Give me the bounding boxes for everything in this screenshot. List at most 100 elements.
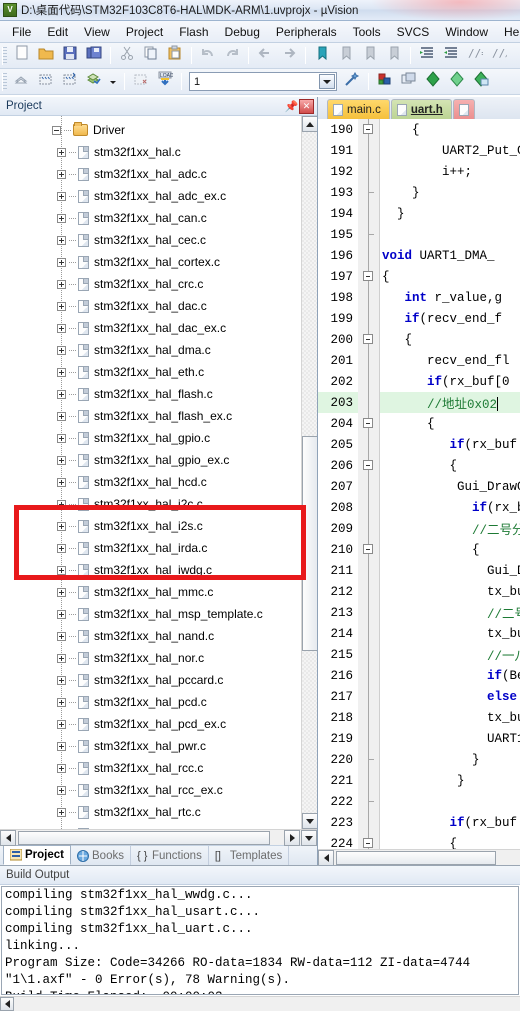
build-scroll-left-button[interactable] [0, 997, 14, 1011]
tree-node-file[interactable]: stm32f1xx_hal_cec.c [0, 229, 300, 251]
expander-plus-icon[interactable] [57, 455, 66, 465]
code-line[interactable]: 223 if(rx_buf [318, 812, 520, 833]
project-tab-functions[interactable]: { } Functions [131, 846, 209, 865]
scroll-thumb[interactable] [302, 436, 317, 651]
expander-plus-icon[interactable] [57, 345, 66, 355]
code-line[interactable]: 201 recv_end_fl [318, 350, 520, 371]
code-line[interactable]: 198 int r_value,g [318, 287, 520, 308]
code-line[interactable]: 215 //一八 [318, 644, 520, 665]
project-tab-project[interactable]: Project [3, 845, 71, 865]
tree-node-file[interactable]: stm32f1xx_hal_mmc.c [0, 581, 300, 603]
menu-item-help[interactable]: Help [496, 23, 520, 41]
code-line[interactable]: 213 //二号 [318, 602, 520, 623]
expander-plus-icon[interactable] [57, 565, 66, 575]
code-line[interactable]: 200 { [318, 329, 520, 350]
fold-margin[interactable] [358, 266, 380, 287]
code-line[interactable]: 203 //地址0x02 [318, 392, 520, 413]
comment-icon[interactable]: //= [464, 45, 488, 66]
fold-margin[interactable] [358, 140, 380, 161]
scroll-down-button[interactable] [302, 813, 317, 829]
expander-plus-icon[interactable] [57, 521, 66, 531]
bookmark-clear-icon[interactable] [383, 45, 405, 66]
fold-margin[interactable] [358, 770, 380, 791]
fold-collapse-icon[interactable] [363, 271, 373, 281]
tree-horizontal-scrollbar[interactable] [0, 829, 317, 846]
fold-margin[interactable] [358, 224, 380, 245]
toolbar-grip[interactable] [2, 46, 7, 65]
target-dropdown-arrow-icon[interactable] [319, 74, 335, 89]
expander-minus-icon[interactable] [52, 125, 61, 135]
code-line[interactable]: 196 void UART1_DMA_ [318, 245, 520, 266]
expander-plus-icon[interactable] [57, 257, 66, 267]
tree-node-file[interactable]: stm32f1xx_hal_rcc.c [0, 757, 300, 779]
expander-plus-icon[interactable] [57, 675, 66, 685]
tree-node-file[interactable]: stm32f1xx_hal_pcd_ex.c [0, 713, 300, 735]
code-line[interactable]: 217 else [318, 686, 520, 707]
tree-node-file[interactable]: stm32f1xx_hal_flash.c [0, 383, 300, 405]
scroll-up-button[interactable] [302, 116, 317, 132]
menu-item-flash[interactable]: Flash [171, 23, 216, 41]
code-line[interactable]: 218 tx_bu [318, 707, 520, 728]
tree-node-file[interactable]: stm32f1xx_hal_i2c.c [0, 493, 300, 515]
code-line[interactable]: 216 if(Be [318, 665, 520, 686]
toolbar-grip-2[interactable] [2, 72, 7, 91]
expander-plus-icon[interactable] [57, 807, 66, 817]
scroll-dropdown-button[interactable] [301, 830, 317, 846]
project-tree[interactable]: Driver stm32f1xx_hal.c stm32f1xx_hal_adc.c… [0, 116, 300, 829]
fold-margin[interactable] [358, 791, 380, 812]
expander-plus-icon[interactable] [57, 697, 66, 707]
code-line[interactable]: 214 tx_bu [318, 623, 520, 644]
code-line[interactable]: 212 tx_bu [318, 581, 520, 602]
tree-node-file[interactable]: stm32f1xx_hal_dac.c [0, 295, 300, 317]
code-line[interactable]: 191 UART2_Put_C [318, 140, 520, 161]
target-selector[interactable]: 1 [189, 72, 337, 91]
cut-icon[interactable] [116, 45, 138, 66]
fold-collapse-icon[interactable] [363, 418, 373, 428]
menu-item-file[interactable]: File [4, 23, 39, 41]
fold-margin[interactable] [358, 581, 380, 602]
code-line[interactable]: 211 Gui_D [318, 560, 520, 581]
tree-node-file[interactable]: stm32f1xx_hal_msp_template.c [0, 603, 300, 625]
expander-plus-icon[interactable] [57, 213, 66, 223]
download-icon[interactable]: LOAD [154, 71, 176, 92]
editor-horizontal-scrollbar[interactable] [318, 849, 520, 865]
target-options-icon[interactable] [341, 71, 363, 92]
tree-node-file[interactable]: stm32f1xx_hal_hcd.c [0, 471, 300, 493]
expander-plus-icon[interactable] [57, 323, 66, 333]
menu-item-debug[interactable]: Debug [217, 23, 268, 41]
editor-tab-main-c[interactable]: main.c [327, 99, 390, 119]
code-line[interactable]: 204 { [318, 413, 520, 434]
expander-plus-icon[interactable] [57, 741, 66, 751]
code-line[interactable]: 195 [318, 224, 520, 245]
tree-node-file[interactable]: stm32f1xx_hal_dac_ex.c [0, 317, 300, 339]
redo-icon[interactable] [221, 45, 243, 66]
fold-collapse-icon[interactable] [363, 124, 373, 134]
tree-vertical-scrollbar[interactable] [301, 116, 317, 829]
expander-plus-icon[interactable] [57, 609, 66, 619]
tree-node-file[interactable]: stm32f1xx_hal.c [0, 141, 300, 163]
undo-icon[interactable] [197, 45, 219, 66]
rebuild-icon[interactable] [59, 71, 81, 92]
expander-plus-icon[interactable] [57, 389, 66, 399]
code-line[interactable]: 192 i++; [318, 161, 520, 182]
fold-margin[interactable] [358, 161, 380, 182]
fold-margin[interactable] [358, 602, 380, 623]
pin-icon[interactable]: 📌 [284, 99, 299, 114]
pack-installer-icon[interactable] [422, 71, 444, 92]
fold-collapse-icon[interactable] [363, 838, 373, 848]
fold-margin[interactable] [358, 413, 380, 434]
expander-plus-icon[interactable] [57, 477, 66, 487]
menu-item-peripherals[interactable]: Peripherals [268, 23, 345, 41]
tree-node-file[interactable]: stm32f1xx_hal_adc.c [0, 163, 300, 185]
editor-tab-uart-h[interactable]: uart.h [390, 99, 452, 119]
fold-margin[interactable] [358, 644, 380, 665]
open-file-icon[interactable] [35, 45, 57, 66]
expander-plus-icon[interactable] [57, 543, 66, 553]
save-all-icon[interactable] [83, 45, 105, 66]
menu-item-window[interactable]: Window [437, 23, 496, 41]
tree-node-file[interactable]: stm32f1xx_hal_dma.c [0, 339, 300, 361]
code-line[interactable]: 224 { [318, 833, 520, 849]
fold-margin[interactable] [358, 749, 380, 770]
fold-margin[interactable] [358, 392, 380, 413]
code-line[interactable]: 194 } [318, 203, 520, 224]
